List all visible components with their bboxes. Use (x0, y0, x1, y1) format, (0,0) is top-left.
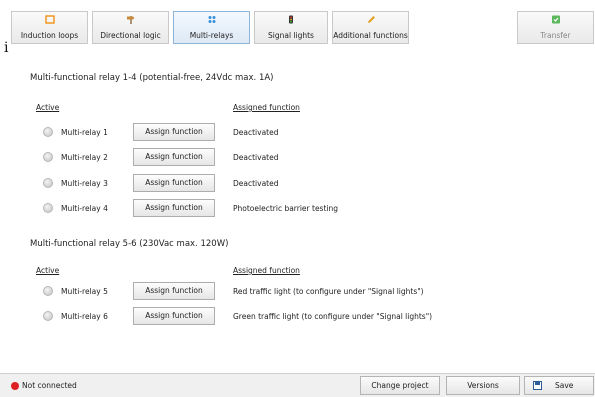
connection-status-icon (11, 382, 19, 390)
assigned-function: Red traffic light (to configure under "S… (233, 287, 424, 296)
section1-col-function: Assigned function (233, 103, 300, 112)
relay-4-active-radio[interactable] (43, 203, 53, 213)
direction-sign-icon (126, 16, 134, 24)
assign-function-button-1[interactable]: Assign function (133, 123, 215, 141)
relay-name: Multi-relay 3 (61, 179, 108, 188)
tab-signal-lights[interactable]: Signal lights (254, 11, 328, 44)
pencil-icon (367, 16, 375, 23)
transfer-button[interactable]: Transfer (517, 11, 594, 44)
relay-row-1: Multi-relay 1 Assign function Deactivate… (0, 123, 595, 143)
save-button[interactable]: Save (524, 376, 594, 395)
relay-row-4: Multi-relay 4 Assign function Photoelect… (0, 199, 595, 219)
relay-3-active-radio[interactable] (43, 178, 53, 188)
save-icon (533, 381, 542, 390)
relay-2-active-radio[interactable] (43, 152, 53, 162)
tab-induction-loops[interactable]: Induction loops (11, 11, 88, 44)
assigned-function: Green traffic light (to configure under … (233, 312, 433, 321)
main-toolbar: Induction loops Directional logic Multi-… (0, 0, 595, 44)
transfer-label: Transfer (540, 31, 571, 40)
tab-label: Directional logic (100, 31, 161, 40)
relay-6-active-radio[interactable] (43, 311, 53, 321)
section2-title: Multi-functional relay 5-6 (230Vac max. … (30, 239, 229, 249)
tab-label: Induction loops (20, 31, 79, 40)
assign-function-button-6[interactable]: Assign function (133, 307, 215, 325)
text-cursor-glyph: i (4, 40, 9, 56)
assigned-function: Deactivated (233, 153, 279, 162)
relay-1-active-radio[interactable] (43, 127, 53, 137)
tab-label: Signal lights (268, 31, 314, 40)
connection-status-text: Not connected (22, 381, 77, 390)
assigned-function: Photoelectric barrier testing (233, 204, 339, 213)
relay-row-2: Multi-relay 2 Assign function Deactivate… (0, 148, 595, 168)
relay-row-5: Multi-relay 5 Assign function Red traffi… (0, 282, 595, 302)
section2-col-active: Active (36, 266, 60, 275)
assigned-function: Deactivated (233, 179, 279, 188)
status-bar: Not connected Change project Versions Sa… (0, 373, 595, 397)
relay-row-6: Multi-relay 6 Assign function Green traf… (0, 307, 595, 327)
section1-col-active: Active (36, 103, 60, 112)
assign-function-button-4[interactable]: Assign function (133, 199, 215, 217)
tab-label: Additional functions (333, 31, 408, 40)
tab-additional-functions[interactable]: Additional functions (332, 11, 409, 44)
relay-icon (208, 16, 215, 23)
save-label: Save (555, 381, 574, 390)
transfer-icon (551, 15, 560, 24)
induction-loop-icon (44, 15, 55, 24)
relay-name: Multi-relay 4 (61, 204, 108, 213)
relay-name: Multi-relay 5 (61, 287, 108, 296)
versions-button[interactable]: Versions (446, 376, 520, 395)
traffic-light-icon (289, 15, 293, 24)
assign-function-button-5[interactable]: Assign function (133, 282, 215, 300)
relay-5-active-radio[interactable] (43, 286, 53, 296)
relay-name: Multi-relay 6 (61, 312, 108, 321)
tab-label: Multi-relays (189, 31, 234, 40)
tab-multi-relays[interactable]: Multi-relays (173, 11, 250, 44)
assign-function-button-2[interactable]: Assign function (133, 148, 215, 166)
relay-name: Multi-relay 1 (61, 128, 108, 137)
relay-row-3: Multi-relay 3 Assign function Deactivate… (0, 174, 595, 194)
assigned-function: Deactivated (233, 128, 279, 137)
tab-directional-logic[interactable]: Directional logic (92, 11, 169, 44)
relay-name: Multi-relay 2 (61, 153, 108, 162)
section1-title: Multi-functional relay 1-4 (potential-fr… (30, 73, 274, 83)
section2-col-function: Assigned function (233, 266, 300, 275)
change-project-button[interactable]: Change project (360, 376, 440, 395)
assign-function-button-3[interactable]: Assign function (133, 174, 215, 192)
